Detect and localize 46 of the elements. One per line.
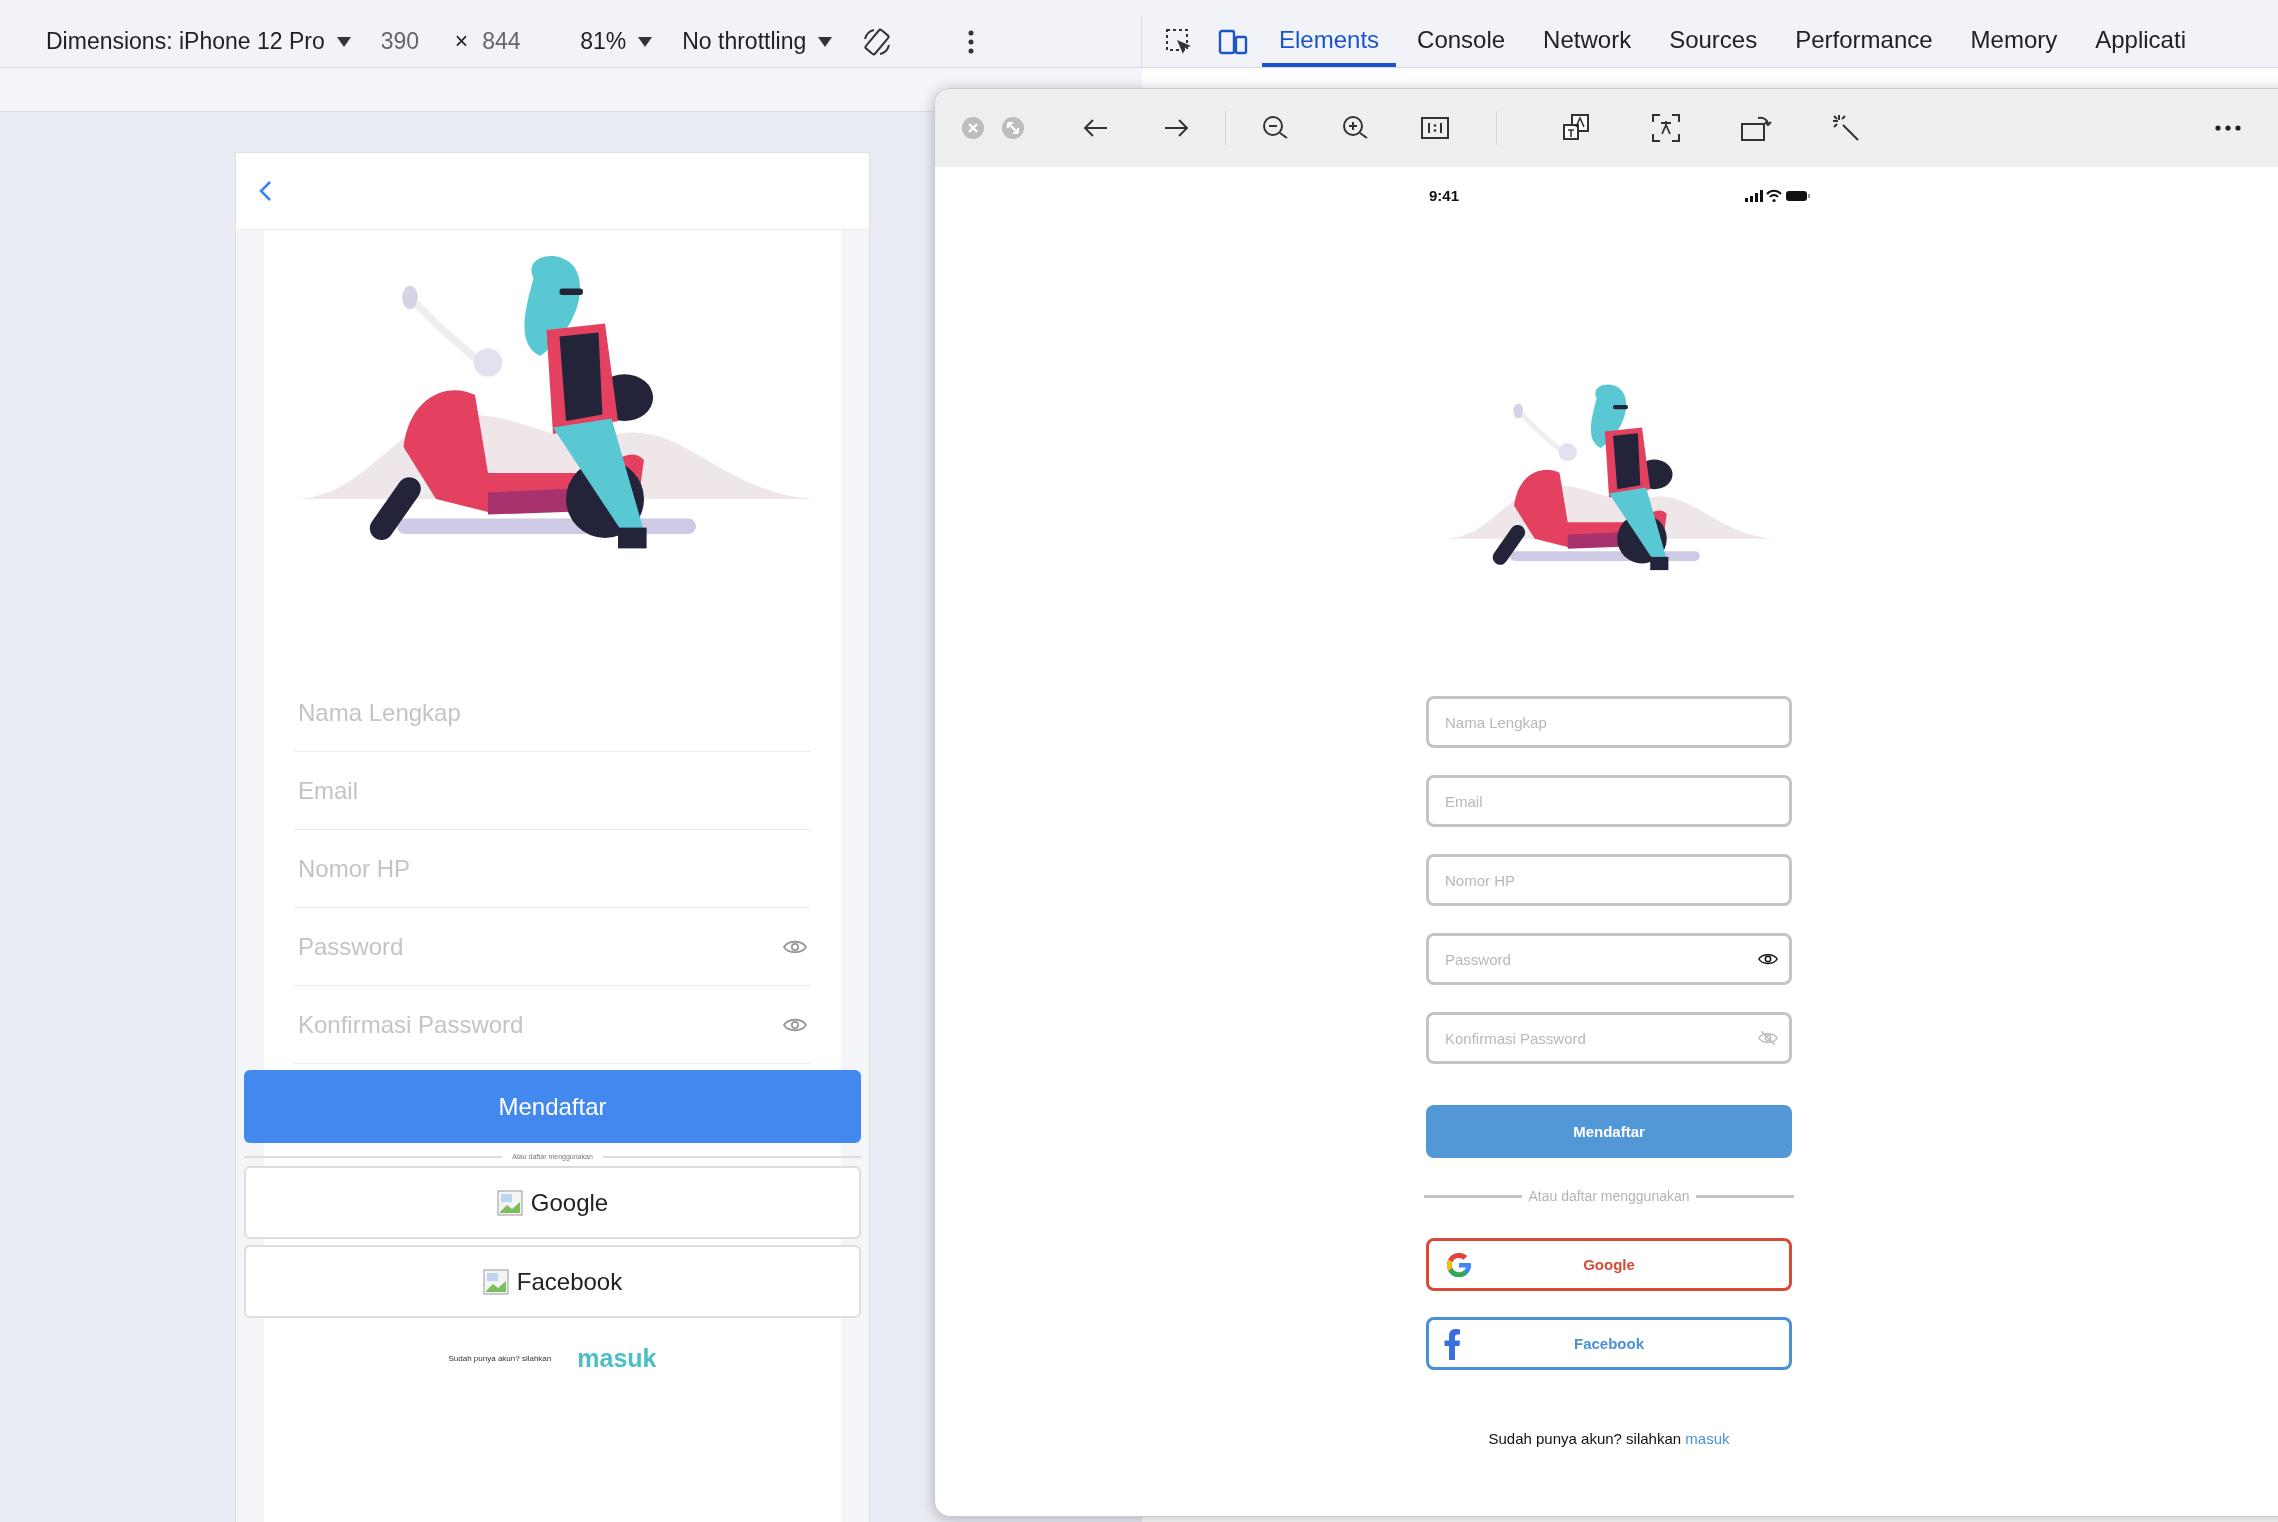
status-icons-drawing [1745,188,1811,203]
throttling-dropdown[interactable]: No throttling [682,28,807,55]
social-login-button[interactable]: Google [244,1166,861,1239]
input-field[interactable]: Nomor HP [1426,854,1792,906]
translate-icon[interactable] [1561,113,1591,143]
devtools-tab[interactable]: Applicati [2078,16,2203,67]
devtools-tab[interactable]: Sources [1652,16,1775,67]
actual-size-icon[interactable] [1421,117,1449,139]
zoom-out-icon[interactable] [1261,114,1289,142]
caret-icon [336,36,351,47]
login-prompt: Sudah punya akun? silahkan [448,1354,552,1363]
devtools-tab[interactable]: Performance [1778,16,1950,67]
devtools-tab[interactable]: Memory [1953,16,2075,67]
times-sign: × [454,28,469,55]
back-arrow-icon[interactable] [1083,118,1109,138]
social-login-button[interactable]: Facebook [244,1245,861,1318]
rotate-device-icon[interactable] [1740,114,1772,142]
login-prompt: Sudah punya akun? silahkan [1488,1430,1682,1447]
zoom-in-icon[interactable] [1341,114,1369,142]
rotate-icon[interactable] [862,26,893,57]
eye-icon[interactable] [1758,951,1778,967]
caret-icon [818,36,833,47]
broken-image-icon [496,1189,523,1216]
height-field[interactable]: 844 [482,28,543,55]
status-time: 9:41 [1428,187,1460,204]
facebook-f-icon [1443,1327,1461,1360]
forward-arrow-icon[interactable] [1163,118,1189,138]
devtools-tab[interactable]: Console [1400,16,1523,67]
broken-image-icon [482,1268,509,1295]
register-button[interactable]: Mendaftar [244,1070,861,1143]
divider-label: Atau daftar menggunakan [1528,1188,1690,1204]
input-field[interactable]: Nama Lengkap [1426,696,1792,748]
input-field[interactable]: Email [1426,775,1792,827]
devtools-tab[interactable]: Network [1526,16,1649,67]
device-dropdown[interactable]: Dimensions: iPhone 12 Pro [46,28,325,55]
more-options-icon[interactable] [2215,125,2241,131]
input-field[interactable]: Password [1426,933,1792,985]
magic-wand-icon[interactable] [1831,113,1861,143]
back-chevron-icon[interactable] [258,180,272,202]
width-field[interactable]: 390 [380,28,441,55]
text-capture-icon[interactable] [1651,113,1681,143]
caret-icon [638,36,653,47]
input-field[interactable]: Konfirmasi Password [1426,1012,1792,1064]
zoom-dropdown[interactable]: 81% [580,28,627,55]
more-options-icon[interactable] [968,29,975,54]
social-login-button[interactable]: Google [1426,1238,1792,1291]
